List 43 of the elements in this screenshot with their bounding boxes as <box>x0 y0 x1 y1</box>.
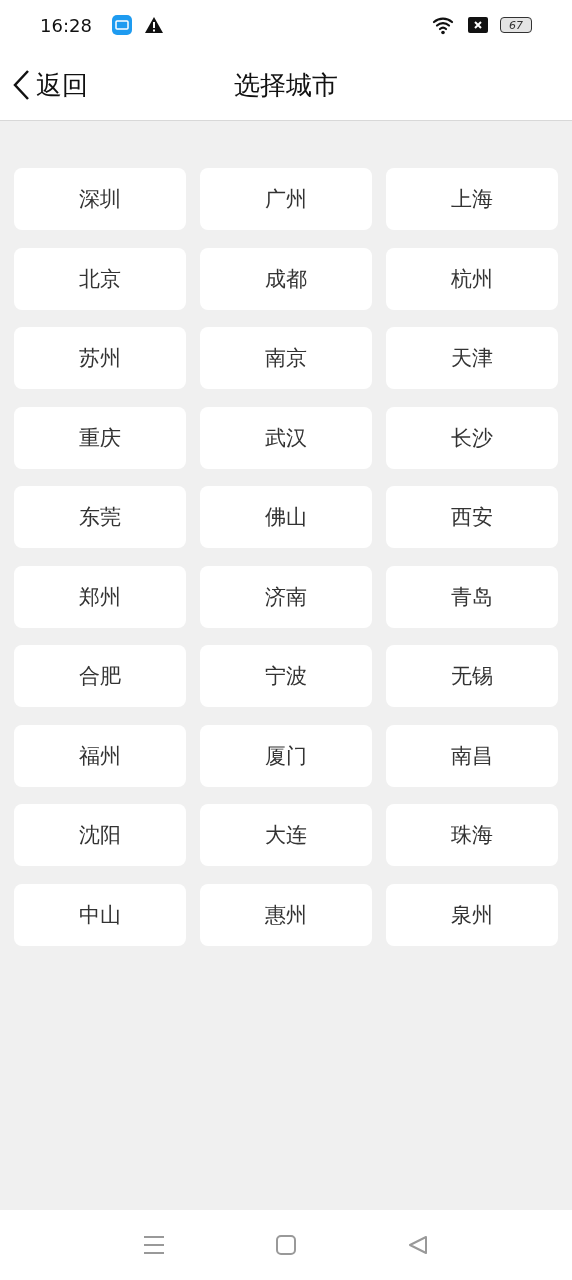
chevron-left-icon <box>12 69 30 101</box>
home-icon[interactable] <box>276 1235 296 1255</box>
city-option[interactable]: 惠州 <box>200 883 372 946</box>
city-option[interactable]: 珠海 <box>386 804 558 866</box>
city-option[interactable]: 重庆 <box>14 406 186 469</box>
menu-icon[interactable] <box>144 1235 164 1255</box>
city-option[interactable]: 天津 <box>386 327 558 389</box>
city-option[interactable]: 成都 <box>200 247 372 310</box>
back-button[interactable]: 返回 <box>0 67 88 103</box>
battery-level: 67 <box>500 17 532 33</box>
city-option[interactable]: 无锡 <box>386 645 558 707</box>
warning-icon <box>143 16 164 34</box>
city-option[interactable]: 杭州 <box>386 247 558 310</box>
sim-blocked-icon <box>468 17 488 33</box>
city-option[interactable]: 佛山 <box>200 486 372 548</box>
back-label: 返回 <box>36 68 88 102</box>
city-option[interactable]: 长沙 <box>386 406 558 469</box>
city-option[interactable]: 西安 <box>386 486 558 548</box>
back-icon[interactable] <box>408 1235 428 1255</box>
city-option[interactable]: 武汉 <box>200 406 372 469</box>
city-option[interactable]: 宁波 <box>200 645 372 707</box>
app-icon <box>111 15 132 35</box>
city-option[interactable]: 泉州 <box>386 883 558 946</box>
city-option[interactable]: 苏州 <box>14 327 186 389</box>
city-option[interactable]: 大连 <box>200 804 372 866</box>
city-option[interactable]: 南昌 <box>386 724 558 787</box>
city-option[interactable]: 上海 <box>386 168 558 230</box>
city-option[interactable]: 深圳 <box>14 168 186 230</box>
city-option[interactable]: 沈阳 <box>14 804 186 866</box>
city-option[interactable]: 广州 <box>200 168 372 230</box>
city-option[interactable]: 南京 <box>200 327 372 389</box>
city-option[interactable]: 合肥 <box>14 645 186 707</box>
status-time: 16:28 <box>40 14 92 36</box>
city-option[interactable]: 郑州 <box>14 565 186 628</box>
wifi-icon <box>432 15 456 35</box>
page-title: 选择城市 <box>234 68 338 102</box>
city-option[interactable]: 北京 <box>14 247 186 310</box>
city-option[interactable]: 中山 <box>14 883 186 946</box>
city-option[interactable]: 东莞 <box>14 486 186 548</box>
city-option[interactable]: 济南 <box>200 565 372 628</box>
city-option[interactable]: 厦门 <box>200 724 372 787</box>
city-option[interactable]: 福州 <box>14 724 186 787</box>
city-option[interactable]: 青岛 <box>386 565 558 628</box>
